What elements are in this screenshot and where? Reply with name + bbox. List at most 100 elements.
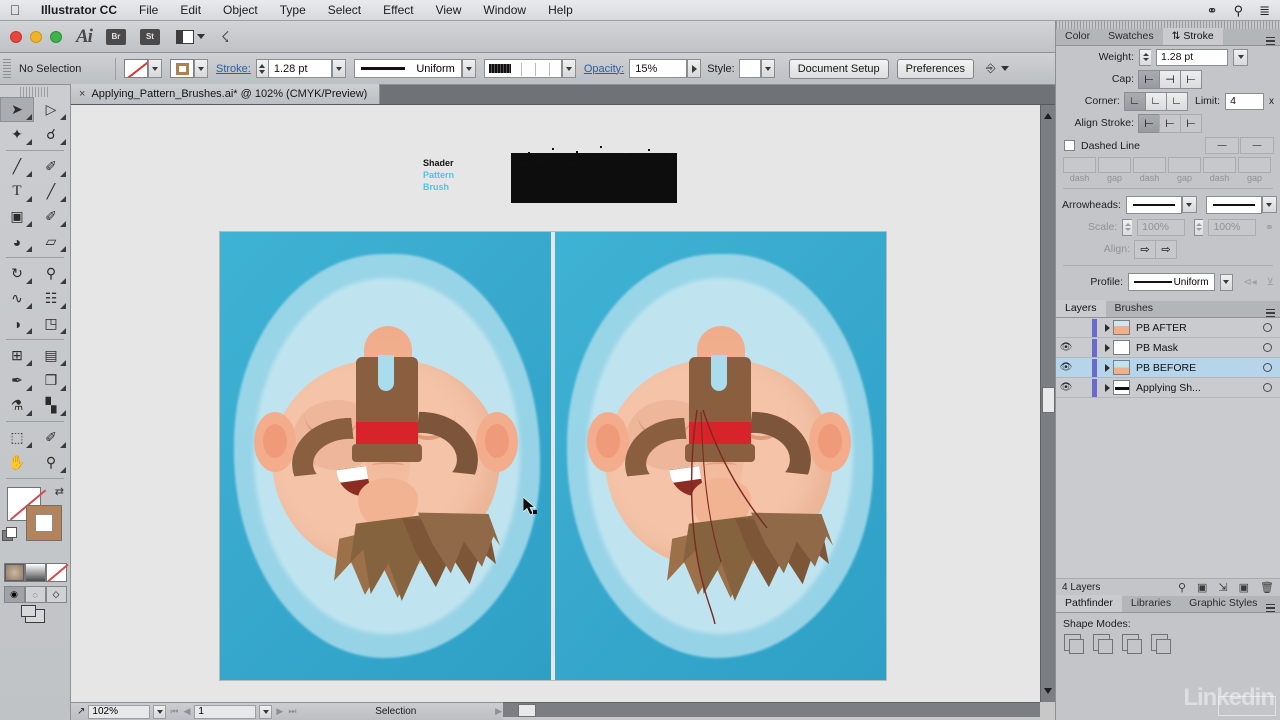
rotate-tool[interactable]: ↻ — [0, 261, 34, 286]
menu-view[interactable]: View — [425, 0, 473, 21]
eraser-tool[interactable]: ▱ — [34, 229, 68, 254]
gradient-tool[interactable]: ▤ — [34, 343, 68, 368]
create-new-layer-icon[interactable]: ▣ — [1239, 581, 1249, 594]
width-profile-dropdown-button[interactable] — [461, 59, 476, 78]
dash-align-corners-button[interactable]: ⎯⎯ — [1240, 137, 1274, 154]
artboard-dropdown-button[interactable] — [259, 704, 273, 719]
notification-center-icon[interactable]: ≣ — [1259, 4, 1270, 17]
width-profile-selector[interactable]: Uniform — [353, 59, 462, 78]
spotlight-search-icon[interactable]: ⚲ — [1234, 4, 1244, 17]
fill-none-swatch[interactable] — [124, 59, 148, 78]
make-clipping-mask-icon[interactable]: ▣ — [1197, 581, 1207, 594]
dash-preserve-exact-button[interactable]: ⎯⎯ — [1205, 137, 1239, 154]
slice-tool[interactable]: ✐ — [34, 425, 68, 450]
menu-object[interactable]: Object — [212, 0, 269, 21]
selection-tool[interactable]: ➤ — [0, 97, 34, 122]
layers-list[interactable]: PB AFTER 👁 PB Mask 👁 PB BEFORE 👁 Applyin… — [1056, 318, 1280, 578]
butt-cap-button[interactable]: ⊢ — [1138, 69, 1160, 89]
align-outside-button[interactable]: ⊢ — [1180, 113, 1202, 133]
miter-join-button[interactable]: ∟ — [1123, 91, 1146, 111]
arrange-documents-button[interactable] — [175, 29, 205, 44]
symbol-sprayer-tool[interactable]: ⚗ — [0, 393, 34, 418]
brush-definition-selector[interactable] — [483, 59, 562, 78]
stroke-color-swatch[interactable] — [170, 59, 194, 78]
fill-color-control[interactable] — [124, 59, 162, 78]
artboard-tool[interactable]: ⬚ — [0, 425, 34, 450]
width-profile-selector[interactable]: Uniform — [1128, 273, 1215, 291]
menu-help[interactable]: Help — [537, 0, 584, 21]
weight-stepper[interactable] — [1139, 48, 1151, 66]
tab-color[interactable]: Color — [1056, 28, 1099, 45]
control-bar-drag-grip[interactable] — [3, 58, 11, 79]
none-mode-button[interactable] — [45, 563, 67, 582]
layer-name[interactable]: PB BEFORE — [1136, 362, 1254, 374]
expand-layer-icon[interactable] — [1101, 323, 1113, 332]
brush-definition-control[interactable] — [483, 59, 576, 78]
status-menu-button[interactable]: ▶ — [494, 706, 503, 717]
minimize-window-button[interactable] — [30, 30, 42, 43]
layer-name[interactable]: PB Mask — [1136, 342, 1254, 354]
brush-definition-dropdown-button[interactable] — [561, 59, 576, 78]
zoom-window-button[interactable] — [50, 30, 62, 43]
arrowhead-end-dropdown-button[interactable] — [1261, 196, 1277, 213]
target-layer-icon[interactable] — [1254, 383, 1280, 392]
mesh-tool[interactable]: ⊞ — [0, 343, 34, 368]
stroke-weight-value[interactable]: 1.28 pt — [267, 59, 332, 78]
menu-type[interactable]: Type — [269, 0, 317, 21]
previous-artboard-button[interactable]: ◀ — [183, 706, 192, 717]
gap-input-1[interactable] — [1098, 157, 1131, 173]
adobe-stock-button[interactable]: St — [139, 28, 160, 45]
stroke-weight-control[interactable]: 1.28 pt — [255, 59, 346, 78]
variable-width-profile-control[interactable]: Uniform — [353, 59, 476, 78]
scale-tool[interactable]: ⚲ — [34, 261, 68, 286]
table-row[interactable]: 👁 Applying Sh... — [1056, 378, 1280, 398]
shape-builder-tool[interactable]: ◑ — [0, 311, 34, 336]
weight-value-input[interactable]: 1.28 pt — [1156, 48, 1228, 66]
profile-dropdown-button[interactable] — [1219, 273, 1234, 291]
align-inside-button[interactable]: ⊢ — [1159, 113, 1181, 133]
draw-normal-button[interactable]: ◉ — [3, 586, 25, 603]
swap-fill-stroke-icon[interactable]: ⇄ — [55, 485, 64, 498]
scroll-up-icon[interactable] — [1044, 113, 1052, 119]
graphic-style-dropdown-button[interactable] — [760, 59, 775, 78]
opacity-label[interactable]: Opacity: — [584, 63, 624, 75]
tab-graphic-styles[interactable]: Graphic Styles — [1180, 595, 1266, 612]
gap-input-2[interactable] — [1168, 157, 1201, 173]
close-window-button[interactable] — [10, 30, 22, 43]
arrowhead-start-control[interactable] — [1125, 196, 1197, 214]
layer-visibility-toggle[interactable]: 👁 — [1056, 382, 1076, 393]
column-graph-tool[interactable]: ▚ — [34, 393, 68, 418]
weight-dropdown-button[interactable] — [1233, 48, 1248, 66]
target-layer-icon[interactable] — [1254, 323, 1280, 332]
opacity-dropdown-button[interactable] — [687, 59, 702, 78]
pb-before-artwork[interactable] — [220, 232, 553, 680]
screen-mode-button[interactable] — [21, 605, 45, 623]
fill-dropdown-button[interactable] — [148, 59, 162, 78]
stroke-weight-label[interactable]: Stroke: — [216, 63, 251, 75]
tools-panel-drag-grip[interactable] — [20, 87, 50, 97]
go-to-bridge-button[interactable]: Br — [105, 28, 126, 45]
curvature-tool[interactable]: ✐ — [34, 154, 68, 179]
canvas-vertical-scrollbar[interactable] — [1040, 105, 1055, 702]
tab-stroke[interactable]: ⇅ Stroke — [1162, 28, 1223, 45]
rectangle-tool[interactable]: ▣ — [0, 204, 34, 229]
default-fill-stroke-icon[interactable] — [2, 527, 17, 541]
tab-swatches[interactable]: Swatches — [1099, 28, 1163, 45]
exclude-button[interactable] — [1151, 634, 1171, 654]
paintbrush-tool[interactable]: ✐ — [34, 204, 68, 229]
graphic-style-swatch[interactable] — [738, 59, 761, 78]
apple-icon[interactable]:  — [0, 3, 30, 17]
layer-name[interactable]: PB AFTER — [1136, 322, 1254, 334]
shaper-tool[interactable]: ◕ — [0, 229, 34, 254]
draw-inside-button[interactable]: ◇ — [45, 586, 67, 603]
line-segment-tool[interactable]: ╱ — [34, 179, 68, 204]
zoom-level-dropdown-button[interactable] — [153, 704, 167, 719]
direct-selection-tool[interactable]: ▷ — [34, 97, 68, 122]
dash-input-2[interactable] — [1133, 157, 1166, 173]
menu-select[interactable]: Select — [317, 0, 372, 21]
table-row[interactable]: PB AFTER — [1056, 318, 1280, 338]
canvas-horizontal-scrollbar[interactable] — [502, 702, 1040, 717]
target-layer-icon[interactable] — [1254, 343, 1280, 352]
draw-behind-button[interactable]: ◌ — [24, 586, 46, 603]
next-artboard-button[interactable]: ▶ — [275, 706, 284, 717]
